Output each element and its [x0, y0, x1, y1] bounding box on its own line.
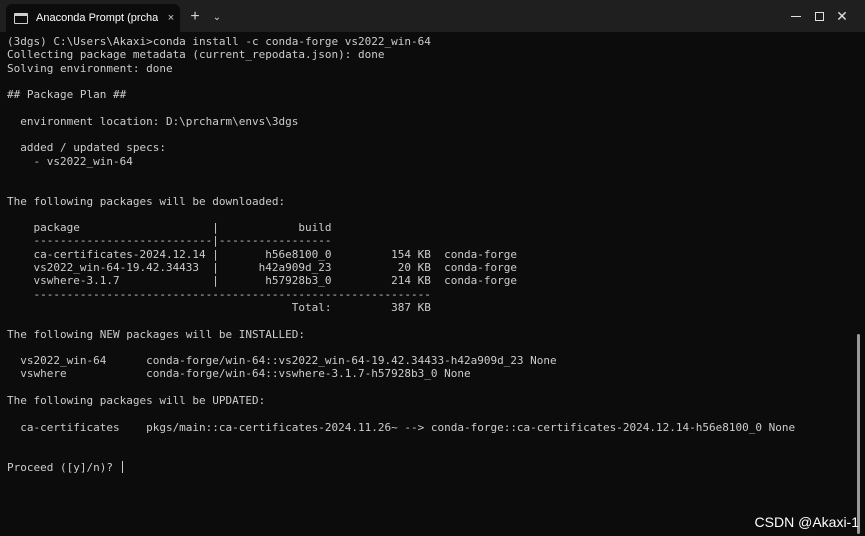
close-icon: ✕ — [836, 7, 848, 24]
tab-dropdown-button[interactable]: ⌄ — [206, 6, 228, 28]
tab-title: Anaconda Prompt (prcharm) — [36, 12, 158, 24]
terminal-line: environment location: D:\prcharm\envs\3d… — [7, 114, 299, 128]
terminal-line: ## Package Plan ## — [7, 88, 127, 102]
terminal-line: ---------------------------|------------… — [7, 234, 332, 248]
terminal-line: The following packages will be downloade… — [7, 194, 286, 208]
terminal-line: (3dgs) C:\Users\Akaxi>conda install -c c… — [7, 35, 431, 48]
scrollbar-thumb[interactable] — [857, 334, 860, 534]
title-bar: Anaconda Prompt (prcharm) × + ⌄ ✕ — [0, 0, 865, 32]
terminal-line: The following packages will be UPDATED: — [7, 394, 266, 408]
terminal-line: The following NEW packages will be INSTA… — [7, 327, 306, 341]
terminal-line: Solving environment: done — [7, 61, 173, 75]
chevron-down-icon: ⌄ — [212, 11, 222, 23]
terminal-output[interactable]: (3dgs) C:\Users\Akaxi>conda install -c c… — [0, 32, 865, 536]
terminal-line: package | build — [7, 221, 332, 235]
new-tab-button[interactable]: + — [184, 6, 206, 28]
terminal-line: Total: 387 KB — [7, 300, 431, 314]
terminal-tab[interactable]: Anaconda Prompt (prcharm) × — [6, 4, 180, 32]
terminal-lines: (3dgs) C:\Users\Akaxi>conda install -c c… — [7, 35, 865, 474]
terminal-line: vs2022_win-64 conda-forge/win-64::vs2022… — [7, 354, 557, 368]
terminal-line: vs2022_win-64-19.42.34433 | h42a909d_23 … — [7, 261, 517, 275]
text-cursor — [121, 460, 123, 473]
watermark: CSDN @Akaxi-1 — [754, 514, 859, 530]
terminal-line: - vs2022_win-64 — [7, 154, 133, 168]
terminal-icon — [14, 12, 28, 24]
terminal-line: ca-certificates pkgs/main::ca-certificat… — [7, 420, 796, 434]
terminal-line: Proceed ([y]/n)? — [7, 460, 865, 474]
tab-close-button[interactable]: × — [164, 12, 178, 24]
close-window-button[interactable]: ✕ — [819, 0, 865, 32]
terminal-line: added / updated specs: — [7, 141, 166, 155]
terminal-line: ca-certificates-2024.12.14 | h56e8100_0 … — [7, 247, 517, 261]
terminal-line: vswhere-3.1.7 | h57928b3_0 214 KB conda-… — [7, 274, 517, 288]
terminal-line: Collecting package metadata (current_rep… — [7, 48, 385, 62]
terminal-line: ----------------------------------------… — [7, 287, 431, 301]
terminal-line: vswhere conda-forge/win-64::vswhere-3.1.… — [7, 367, 471, 381]
